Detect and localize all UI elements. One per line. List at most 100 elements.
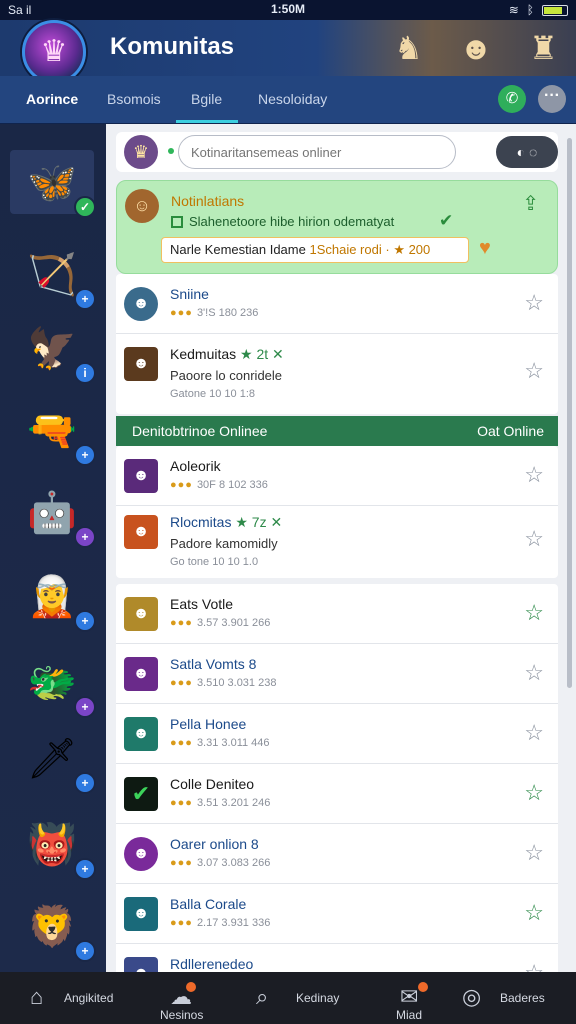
sidebar-hero-3[interactable]: 🦅 i (10, 316, 96, 384)
coin-icons: ●●● (170, 917, 193, 929)
battery-icon (542, 4, 568, 16)
member-name: Balla Corale (170, 896, 247, 912)
notification-detail-box[interactable]: Narle Kemestian Idame 1Schaie rodi · ★ 2… (161, 237, 469, 263)
sidebar-hero-7[interactable]: 🐲 + (10, 650, 96, 718)
plus-icon: + (74, 940, 96, 962)
list-item-featured[interactable]: ☻ Rlocmitas ★ 7z ✕ Padore kamomidly Go t… (116, 502, 558, 584)
tab-bsomois[interactable]: Bsomois (107, 91, 161, 107)
community-list-card: ☻ Eats Votle ●●● 3.57 3.901 266 ☆ ☻ Satla… (116, 584, 558, 991)
community-feed: ♛ ◐ ◌ ☺ Notinlatians Slahenetoore hibe h… (106, 124, 576, 991)
member-list-card: ☻ Sniine ●●● 3'!S 180 236 ☆ ☻ Kedmuitas ★… (116, 274, 558, 414)
member-status: Paoore lo conridele (170, 368, 283, 383)
member-timestamp: Go tone 10 10 1.0 (170, 556, 259, 568)
section-title: Denitobtrinoe Onlinee (132, 423, 268, 439)
star-icon[interactable]: ☆ (524, 462, 544, 488)
notification-dot (186, 982, 196, 992)
hero-logo-icon: ♛ (40, 35, 68, 68)
scrollbar[interactable] (567, 138, 572, 688)
status-bar: Sa il 1:50M ≋ ᛒ (0, 0, 576, 20)
sidebar-hero-10[interactable]: 🦁 + (10, 894, 96, 962)
app-logo[interactable]: ♛ (22, 20, 86, 84)
list-item[interactable]: ☻ Satla Vomts 8 ●●● 3.510 3.031 238 ☆ (116, 644, 558, 704)
star-icon[interactable]: ☆ (524, 840, 544, 866)
list-item-featured[interactable]: ☻ Kedmuitas ★ 2t ✕ Paoore lo conridele G… (116, 334, 558, 416)
tab-aorince[interactable]: Aorince (26, 91, 78, 107)
plus-icon: + (74, 858, 96, 880)
member-meta-text: 3.57 3.901 266 (196, 617, 271, 629)
sidebar-hero-4[interactable]: 🔫 + (10, 398, 96, 466)
hero-icon: 🦁 (27, 904, 77, 949)
member-avatar: ☻ (124, 657, 158, 691)
member-name: Kedmuitas ★ 2t ✕ (170, 346, 284, 363)
star-icon[interactable]: ☆ (524, 660, 544, 686)
hero-icon: 🔫 (27, 408, 77, 453)
member-meta: ●●● 3.51 3.201 246 (170, 797, 270, 809)
nav-mail[interactable]: ✉ Miad (394, 972, 444, 1024)
nav-profile[interactable]: ◎ Baderes (462, 972, 562, 1024)
share-icon[interactable]: ⇪ (522, 191, 539, 216)
sidebar-hero-1[interactable]: 🦋 ✓ (10, 150, 96, 218)
star-icon[interactable]: ☆ (524, 290, 544, 316)
member-name: Aoleorik (170, 458, 221, 474)
member-meta-text: 3.07 3.083 266 (196, 857, 271, 869)
star-icon[interactable]: ☆ (524, 900, 544, 926)
list-item[interactable]: ☻ Balla Corale ●●● 2.17 3.931 336 ☆ (116, 884, 558, 944)
notification-card[interactable]: ☺ Notinlatians Slahenetoore hibe hirion … (116, 180, 558, 274)
section-action[interactable]: Oat Online (477, 423, 544, 439)
member-meta: ●●● 3.57 3.901 266 (170, 617, 270, 629)
notification-score: ★ 200 (393, 242, 431, 257)
user-avatar[interactable]: ♛ (124, 135, 158, 169)
list-item[interactable]: ☻ Oarer onlion 8 ●●● 3.07 3.083 266 ☆ (116, 824, 558, 884)
tab-indicator (176, 120, 238, 123)
sidebar-hero-5[interactable]: 🤖 + (10, 480, 96, 548)
member-meta: ●●● 3.510 3.031 238 (170, 677, 276, 689)
plus-icon: + (74, 610, 96, 632)
star-icon[interactable]: ☆ (524, 600, 544, 626)
star-icon[interactable]: ☆ (524, 780, 544, 806)
member-avatar: ☻ (124, 347, 158, 381)
nav-profile-label: Baderes (500, 991, 545, 1005)
phone-icon[interactable]: ✆ (498, 85, 526, 113)
list-item[interactable]: ☻ Aoleorik ●●● 30F 8 102 336 ☆ (116, 446, 558, 506)
sidebar-hero-9[interactable]: 👹 + (10, 812, 96, 880)
list-item[interactable]: ☻ Pella Honee ●●● 3.31 3.011 446 ☆ (116, 704, 558, 764)
sidebar-hero-6[interactable]: 🧝 + (10, 564, 96, 632)
nav-messages[interactable]: ☁ Nesinos (158, 972, 228, 1024)
member-avatar: ☻ (124, 837, 158, 871)
star-icon[interactable]: ☆ (524, 526, 544, 552)
member-avatar: ☻ (124, 459, 158, 493)
member-name: Rlocmitas ★ 7z ✕ (170, 514, 282, 531)
list-item[interactable]: ☻ Sniine ●●● 3'!S 180 236 ☆ (116, 274, 558, 334)
member-name-text: Rlocmitas (170, 514, 232, 530)
nav-search[interactable]: ⌕ Kedinay (256, 972, 356, 1024)
more-icon[interactable]: ··· (538, 85, 566, 113)
plus-icon: + (74, 772, 96, 794)
nav-home[interactable]: ⌂ Angikited (30, 972, 140, 1024)
list-item[interactable]: ☻ Eats Votle ●●● 3.57 3.901 266 ☆ (116, 584, 558, 644)
sidebar-hero-2[interactable]: 🏹 + (10, 242, 96, 310)
app-root: Sa il 1:50M ≋ ᛒ ♛ Komunitas ♞ ☻ ♜ Aorinc… (0, 0, 576, 1024)
check-icon: ✓ (74, 196, 96, 218)
coin-icons: ●●● (170, 857, 193, 869)
tab-nesoloiday[interactable]: Nesoloiday (258, 91, 327, 107)
member-badges: ★ 2t ✕ (240, 346, 284, 362)
list-item[interactable]: ✔ Colle Deniteo ●●● 3.51 3.201 246 ☆ (116, 764, 558, 824)
nav-search-label: Kedinay (296, 991, 340, 1005)
status-icons: ≋ ᛒ (509, 3, 568, 17)
search-input[interactable] (178, 135, 456, 169)
tab-bgile[interactable]: Bgile (191, 91, 222, 107)
member-meta-text: 30F 8 102 336 (196, 479, 268, 491)
nav-messages-label: Nesinos (160, 1008, 204, 1022)
member-meta: ●●● 30F 8 102 336 (170, 479, 268, 491)
sidebar-hero-8[interactable]: 🗡 + (10, 726, 96, 794)
notification-detail-text: Narle Kemestian Idame (170, 242, 306, 257)
star-icon[interactable]: ☆ (524, 358, 544, 384)
coin-icons: ●●● (170, 307, 193, 319)
member-meta: ●●● 3.31 3.011 446 (170, 737, 270, 749)
member-status: Padore kamomidly (170, 536, 278, 551)
hero-art-icon: ☻ (459, 29, 493, 66)
online-status-dot (168, 148, 174, 154)
star-icon[interactable]: ☆ (524, 720, 544, 746)
heart-icon[interactable]: ♥ (479, 237, 491, 260)
mode-toggle[interactable]: ◐ ◌ (496, 136, 558, 168)
